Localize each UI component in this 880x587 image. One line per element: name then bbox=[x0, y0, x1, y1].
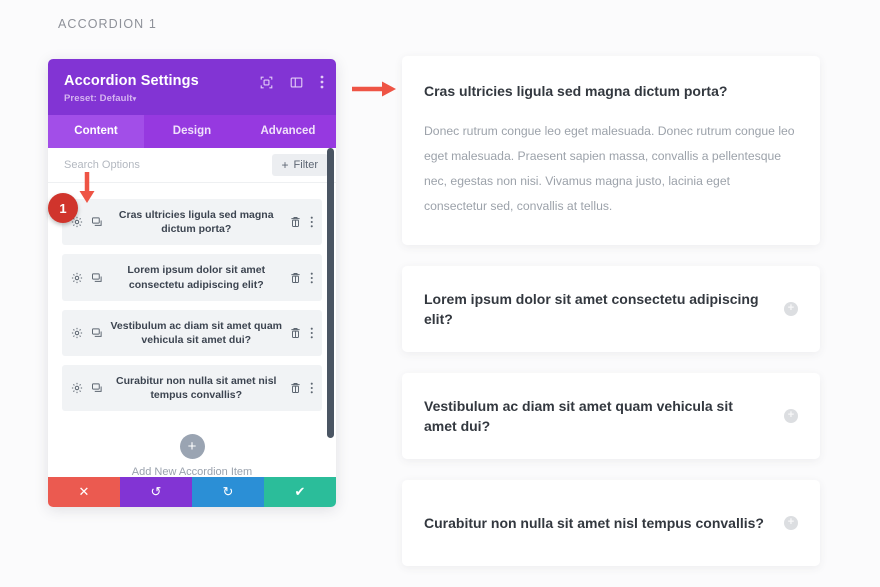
undo-button[interactable]: ↺ bbox=[120, 477, 192, 507]
accordion-item-label: Lorem ipsum dolor sit amet consectetu ad… bbox=[127, 264, 266, 291]
more-vertical-icon[interactable] bbox=[320, 75, 324, 89]
accordion-item-label: Cras ultricies ligula sed magna dictum p… bbox=[118, 209, 274, 236]
redo-button[interactable]: ↻ bbox=[192, 477, 264, 507]
accordion-item-row[interactable]: Lorem ipsum dolor sit amet consectetu ad… bbox=[62, 254, 322, 301]
filter-button[interactable]: + Filter bbox=[271, 154, 328, 176]
search-input[interactable] bbox=[64, 159, 234, 171]
preview-item-closed[interactable]: Lorem ipsum dolor sit amet consectetu ad… bbox=[402, 265, 820, 352]
row-right-icons bbox=[290, 272, 314, 284]
save-button[interactable]: ✔ bbox=[264, 477, 336, 507]
plus-toggle-icon[interactable]: + bbox=[784, 408, 798, 423]
layout-columns-icon[interactable] bbox=[290, 76, 303, 89]
tab-content[interactable]: Content bbox=[48, 115, 144, 148]
more-vertical-icon[interactable] bbox=[310, 382, 314, 394]
row-right-icons bbox=[290, 216, 314, 228]
preview-item-open[interactable]: Cras ultricies ligula sed magna dictum p… bbox=[402, 56, 820, 245]
trash-icon[interactable] bbox=[290, 272, 301, 284]
add-new-accordion-item-button[interactable]: + Add New Accordion Item bbox=[62, 420, 322, 477]
duplicate-icon[interactable] bbox=[91, 327, 103, 339]
tab-advanced[interactable]: Advanced bbox=[240, 115, 336, 148]
row-left-icons bbox=[71, 327, 103, 339]
modal-scrollbar[interactable] bbox=[327, 148, 334, 438]
add-new-label: Add New Accordion Item bbox=[131, 466, 253, 477]
responsive-view-icon[interactable] bbox=[260, 76, 273, 89]
filter-button-label: Filter bbox=[293, 159, 318, 171]
accordion-item-row[interactable]: Cras ultricies ligula sed magna dictum p… bbox=[62, 199, 322, 246]
preview-item-title: Lorem ipsum dolor sit amet consectetu ad… bbox=[424, 290, 759, 327]
trash-icon[interactable] bbox=[290, 327, 301, 339]
preview-item-body: Donec rutrum congue leo eget malesuada. … bbox=[424, 123, 795, 213]
annotation-badge-1: 1 bbox=[48, 193, 78, 223]
more-vertical-icon[interactable] bbox=[310, 216, 314, 228]
plus-toggle-icon[interactable]: + bbox=[784, 301, 798, 316]
accordion-settings-modal: Accordion Settings Preset: Default▾ Cont… bbox=[48, 59, 336, 507]
gear-icon[interactable] bbox=[71, 272, 83, 284]
gear-icon[interactable] bbox=[71, 382, 83, 394]
more-vertical-icon[interactable] bbox=[310, 272, 314, 284]
accordion-items-list: Cras ultricies ligula sed magna dictum p… bbox=[48, 183, 336, 477]
modal-tabs: Content Design Advanced bbox=[48, 115, 336, 148]
annotation-arrow-right bbox=[352, 80, 398, 103]
chevron-down-icon: ▾ bbox=[132, 96, 137, 103]
duplicate-icon[interactable] bbox=[91, 382, 103, 394]
modal-header-icons bbox=[260, 75, 324, 89]
cancel-button[interactable]: ✕ bbox=[48, 477, 120, 507]
accordion-item-row[interactable]: Vestibulum ac diam sit amet quam vehicul… bbox=[62, 309, 322, 357]
tab-design[interactable]: Design bbox=[144, 115, 240, 148]
preset-label: Preset: Default bbox=[64, 93, 133, 104]
accordion-item-label: Curabitur non nulla sit amet nisl tempus… bbox=[116, 375, 277, 402]
plus-icon: + bbox=[281, 158, 289, 172]
plus-icon: + bbox=[179, 434, 205, 460]
annotation-arrow-down bbox=[78, 172, 96, 211]
plus-toggle-icon[interactable]: + bbox=[784, 515, 798, 530]
trash-icon[interactable] bbox=[290, 216, 301, 228]
row-left-icons bbox=[71, 272, 103, 284]
accordion-item-label: Vestibulum ac diam sit amet quam vehicul… bbox=[110, 319, 283, 346]
accordion-preview: Cras ultricies ligula sed magna dictum p… bbox=[402, 56, 820, 587]
row-right-icons bbox=[290, 327, 314, 339]
row-left-icons bbox=[71, 216, 103, 228]
modal-action-bar: ✕ ↺ ↻ ✔ bbox=[48, 477, 336, 507]
preview-item-title: Vestibulum ac diam sit amet quam vehicul… bbox=[424, 397, 733, 434]
accordion-item-row[interactable]: Curabitur non nulla sit amet nisl tempus… bbox=[62, 365, 322, 412]
preview-item-closed[interactable]: Vestibulum ac diam sit amet quam vehicul… bbox=[402, 372, 820, 459]
duplicate-icon[interactable] bbox=[91, 216, 103, 228]
preset-selector[interactable]: Preset: Default▾ bbox=[64, 93, 320, 104]
more-vertical-icon[interactable] bbox=[310, 327, 314, 339]
page-title: ACCORDION 1 bbox=[58, 17, 157, 31]
row-left-icons bbox=[71, 382, 103, 394]
gear-icon[interactable] bbox=[71, 327, 83, 339]
row-right-icons bbox=[290, 382, 314, 394]
duplicate-icon[interactable] bbox=[91, 272, 103, 284]
modal-header: Accordion Settings Preset: Default▾ bbox=[48, 59, 336, 115]
trash-icon[interactable] bbox=[290, 382, 301, 394]
preview-item-closed[interactable]: Curabitur non nulla sit amet nisl tempus… bbox=[402, 479, 820, 566]
preview-item-title: Curabitur non nulla sit amet nisl tempus… bbox=[424, 514, 764, 531]
preview-item-title: Cras ultricies ligula sed magna dictum p… bbox=[424, 83, 728, 99]
